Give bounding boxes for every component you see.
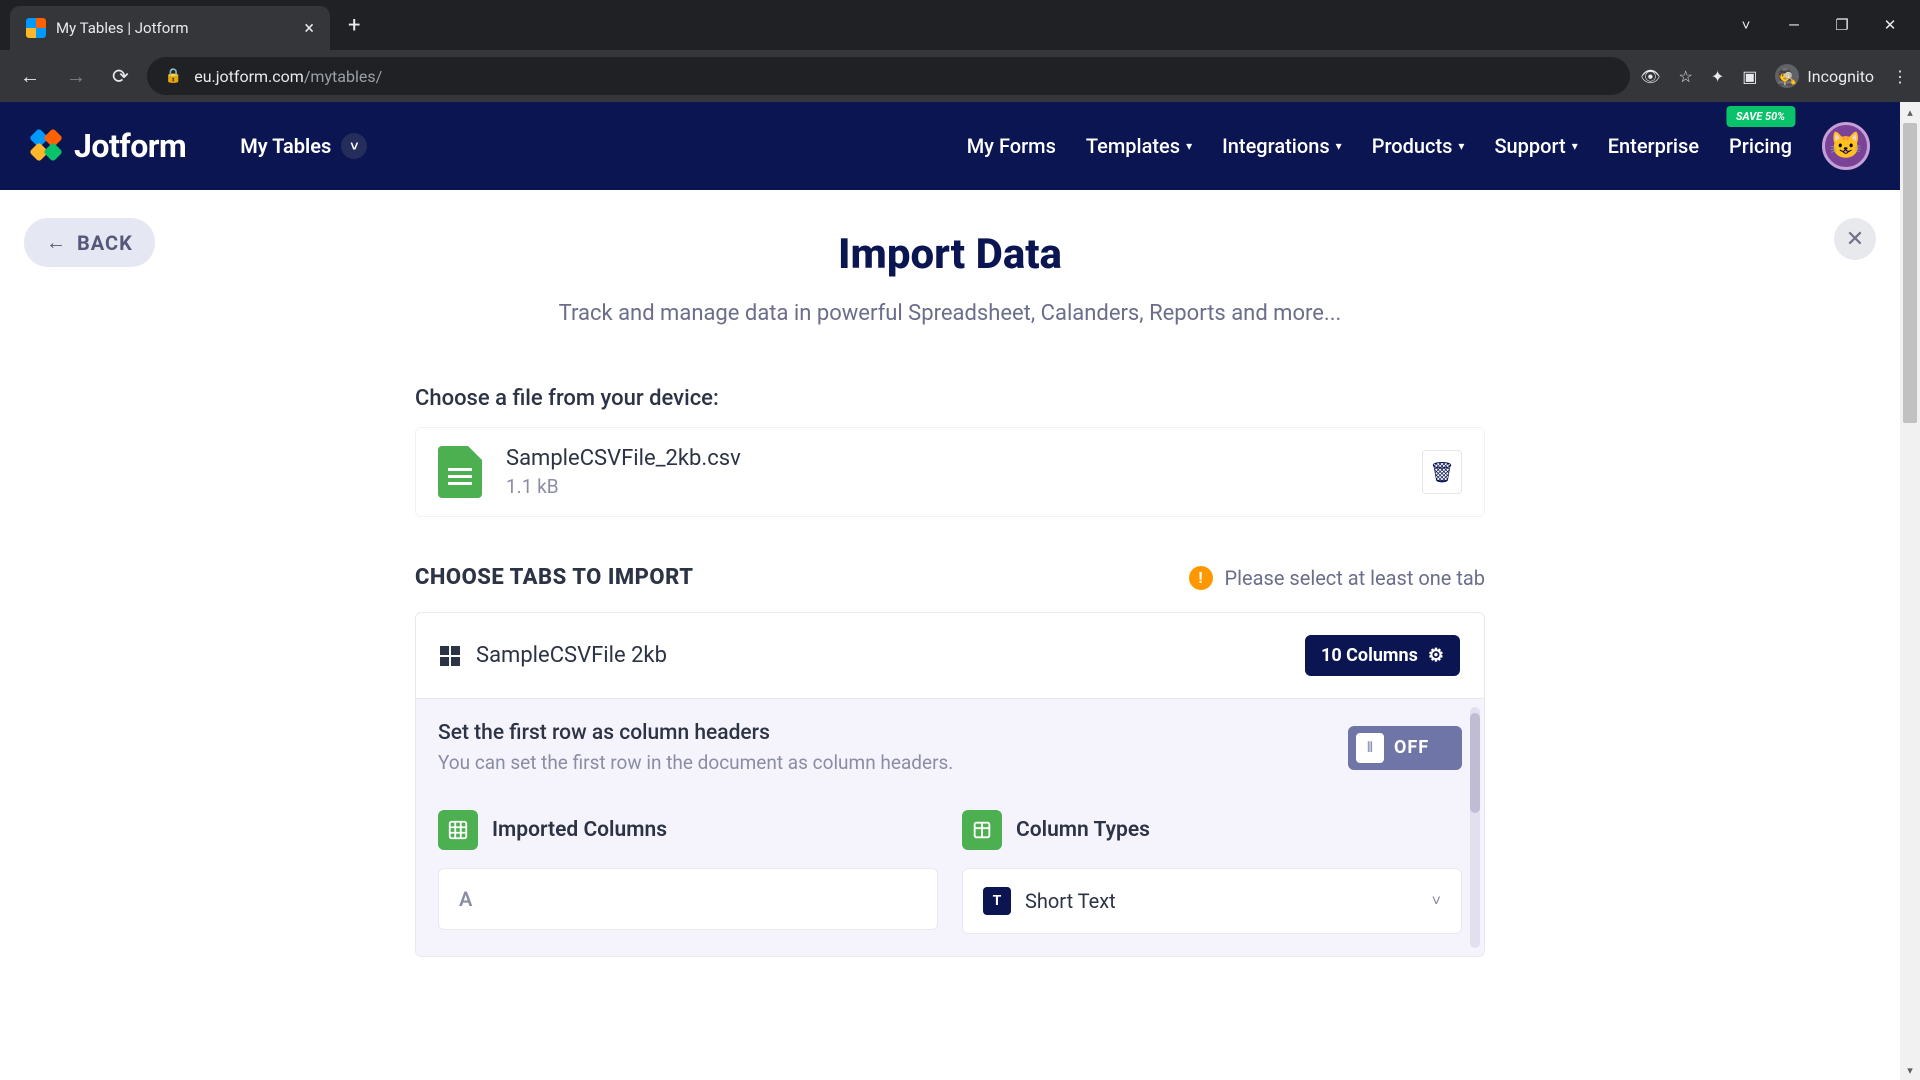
first-row-sub: You can set the first row in the documen… — [438, 751, 953, 774]
page-content: ← BACK ✕ Import Data Track and manage da… — [0, 190, 1900, 1080]
close-window-icon[interactable]: ✕ — [1880, 16, 1900, 34]
columns-label: 10 Columns — [1321, 645, 1418, 666]
side-panel-icon[interactable]: ▣ — [1742, 67, 1757, 86]
file-icon — [438, 446, 482, 498]
first-row-toggle[interactable]: ⦀ OFF — [1348, 726, 1462, 770]
inner-scrollbar[interactable] — [1470, 707, 1480, 948]
logo-mark-icon — [30, 129, 64, 163]
warning-text: Please select at least one tab — [1225, 566, 1485, 590]
back-icon[interactable]: ← — [12, 58, 48, 95]
table-icon — [962, 810, 1002, 850]
column-types-title: Column Types — [1016, 818, 1150, 842]
chevron-down-icon: ▾ — [1186, 139, 1192, 153]
favicon — [26, 18, 46, 38]
nav-support[interactable]: Support▾ — [1494, 134, 1577, 158]
address-bar[interactable]: 🔒 eu.jotform.com/mytables/ — [147, 57, 1630, 95]
imported-columns-title: Imported Columns — [492, 818, 667, 842]
columns-settings-button[interactable]: 10 Columns ⚙ — [1305, 635, 1460, 676]
nav-products[interactable]: Products▾ — [1372, 134, 1465, 158]
tab-body: Set the first row as column headers You … — [416, 698, 1484, 956]
back-button[interactable]: ← BACK — [24, 218, 155, 267]
type-name: Short Text — [1025, 889, 1116, 913]
reload-icon[interactable]: ⟳ — [104, 58, 137, 94]
chevron-down-icon[interactable]: ˅ — [1736, 16, 1756, 34]
browser-titlebar: My Tables | Jotform × + ˅ — ❐ ✕ — [0, 0, 1920, 50]
save-badge: SAVE 50% — [1726, 106, 1795, 127]
nav-pricing[interactable]: Pricing — [1729, 134, 1792, 158]
file-section-label: Choose a file from your device: — [415, 386, 1485, 411]
back-label: BACK — [77, 231, 133, 255]
incognito-label: Incognito — [1807, 67, 1874, 86]
minimize-icon[interactable]: — — [1784, 16, 1804, 34]
context-label: My Tables — [240, 134, 331, 158]
maximize-icon[interactable]: ❐ — [1832, 16, 1852, 34]
delete-file-button[interactable]: 🗑 — [1422, 450, 1462, 494]
chevron-down-icon: ▾ — [1572, 139, 1578, 153]
chevron-down-icon: ▾ — [1336, 139, 1342, 153]
logo-word: Jotform — [74, 127, 186, 165]
file-size: 1.1 kB — [506, 475, 741, 498]
gear-icon: ⚙ — [1428, 645, 1444, 666]
lock-icon: 🔒 — [165, 68, 182, 84]
first-row-heading: Set the first row as column headers — [438, 721, 953, 745]
column-type-select[interactable]: T Short Text ˅ — [962, 868, 1462, 934]
text-type-icon: T — [983, 887, 1011, 915]
chevron-down-icon: ▾ — [1458, 139, 1464, 153]
close-button[interactable]: ✕ — [1834, 218, 1876, 260]
kebab-menu-icon[interactable]: ⋮ — [1892, 67, 1908, 86]
eye-off-icon[interactable]: 👁 — [1640, 67, 1660, 86]
close-tab-icon[interactable]: × — [304, 18, 314, 39]
imported-column-item[interactable]: A — [438, 868, 938, 930]
window-controls: ˅ — ❐ ✕ — [1736, 16, 1920, 34]
url: eu.jotform.com/mytables/ — [194, 67, 382, 86]
scroll-up-icon[interactable]: ▴ — [1900, 102, 1920, 122]
file-name: SampleCSVFile_2kb.csv — [506, 446, 741, 471]
chevron-down-icon: ˅ — [341, 133, 367, 159]
tab-head[interactable]: SampleCSVFile 2kb 10 Columns ⚙ — [416, 613, 1484, 698]
chevron-down-icon: ˅ — [1432, 891, 1441, 911]
main-nav: My Forms Templates▾ Integrations▾ Produc… — [967, 122, 1870, 170]
file-card: SampleCSVFile_2kb.csv 1.1 kB 🗑 — [415, 427, 1485, 517]
incognito-icon: 🕵 — [1775, 64, 1799, 88]
app-header: Jotform My Tables ˅ My Forms Templates▾ … — [0, 102, 1900, 190]
tab-title: My Tables | Jotform — [56, 19, 294, 37]
nav-my-forms[interactable]: My Forms — [967, 134, 1056, 158]
toggle-label: OFF — [1394, 737, 1429, 758]
page-title: Import Data — [415, 230, 1485, 279]
jotform-logo[interactable]: Jotform — [30, 127, 186, 165]
toggle-knob-icon: ⦀ — [1356, 733, 1384, 763]
nav-templates[interactable]: Templates▾ — [1086, 134, 1192, 158]
grid-icon — [438, 810, 478, 850]
browser-tab[interactable]: My Tables | Jotform × — [10, 6, 330, 50]
sheet-icon — [440, 646, 460, 666]
avatar[interactable]: 😺 — [1822, 122, 1870, 170]
scroll-thumb[interactable] — [1903, 123, 1917, 423]
incognito-indicator[interactable]: 🕵 Incognito — [1775, 64, 1874, 88]
trash-icon: 🗑 — [1429, 460, 1454, 484]
close-icon: ✕ — [1846, 227, 1864, 252]
context-dropdown[interactable]: My Tables ˅ — [240, 133, 367, 159]
page-scrollbar[interactable]: ▴ ▾ — [1900, 102, 1920, 1080]
column-letter: A — [459, 887, 472, 911]
nav-integrations[interactable]: Integrations▾ — [1222, 134, 1342, 158]
tab-name: SampleCSVFile 2kb — [476, 643, 667, 668]
tab-panel: SampleCSVFile 2kb 10 Columns ⚙ Set the f… — [415, 612, 1485, 957]
page-subtitle: Track and manage data in powerful Spread… — [415, 301, 1485, 326]
arrow-left-icon: ← — [46, 230, 67, 255]
warning-icon: ! — [1189, 566, 1213, 590]
nav-enterprise[interactable]: Enterprise — [1608, 134, 1699, 158]
forward-icon: → — [58, 58, 94, 95]
scroll-down-icon[interactable]: ▾ — [1900, 1060, 1920, 1080]
tabs-section-title: CHOOSE TABS TO IMPORT — [415, 565, 693, 590]
warning: ! Please select at least one tab — [1189, 566, 1485, 590]
extensions-icon[interactable]: ✦ — [1711, 67, 1724, 86]
new-tab-button[interactable]: + — [348, 13, 360, 38]
star-icon[interactable]: ☆ — [1679, 67, 1693, 86]
browser-toolbar: ← → ⟳ 🔒 eu.jotform.com/mytables/ 👁 ☆ ✦ ▣… — [0, 50, 1920, 102]
